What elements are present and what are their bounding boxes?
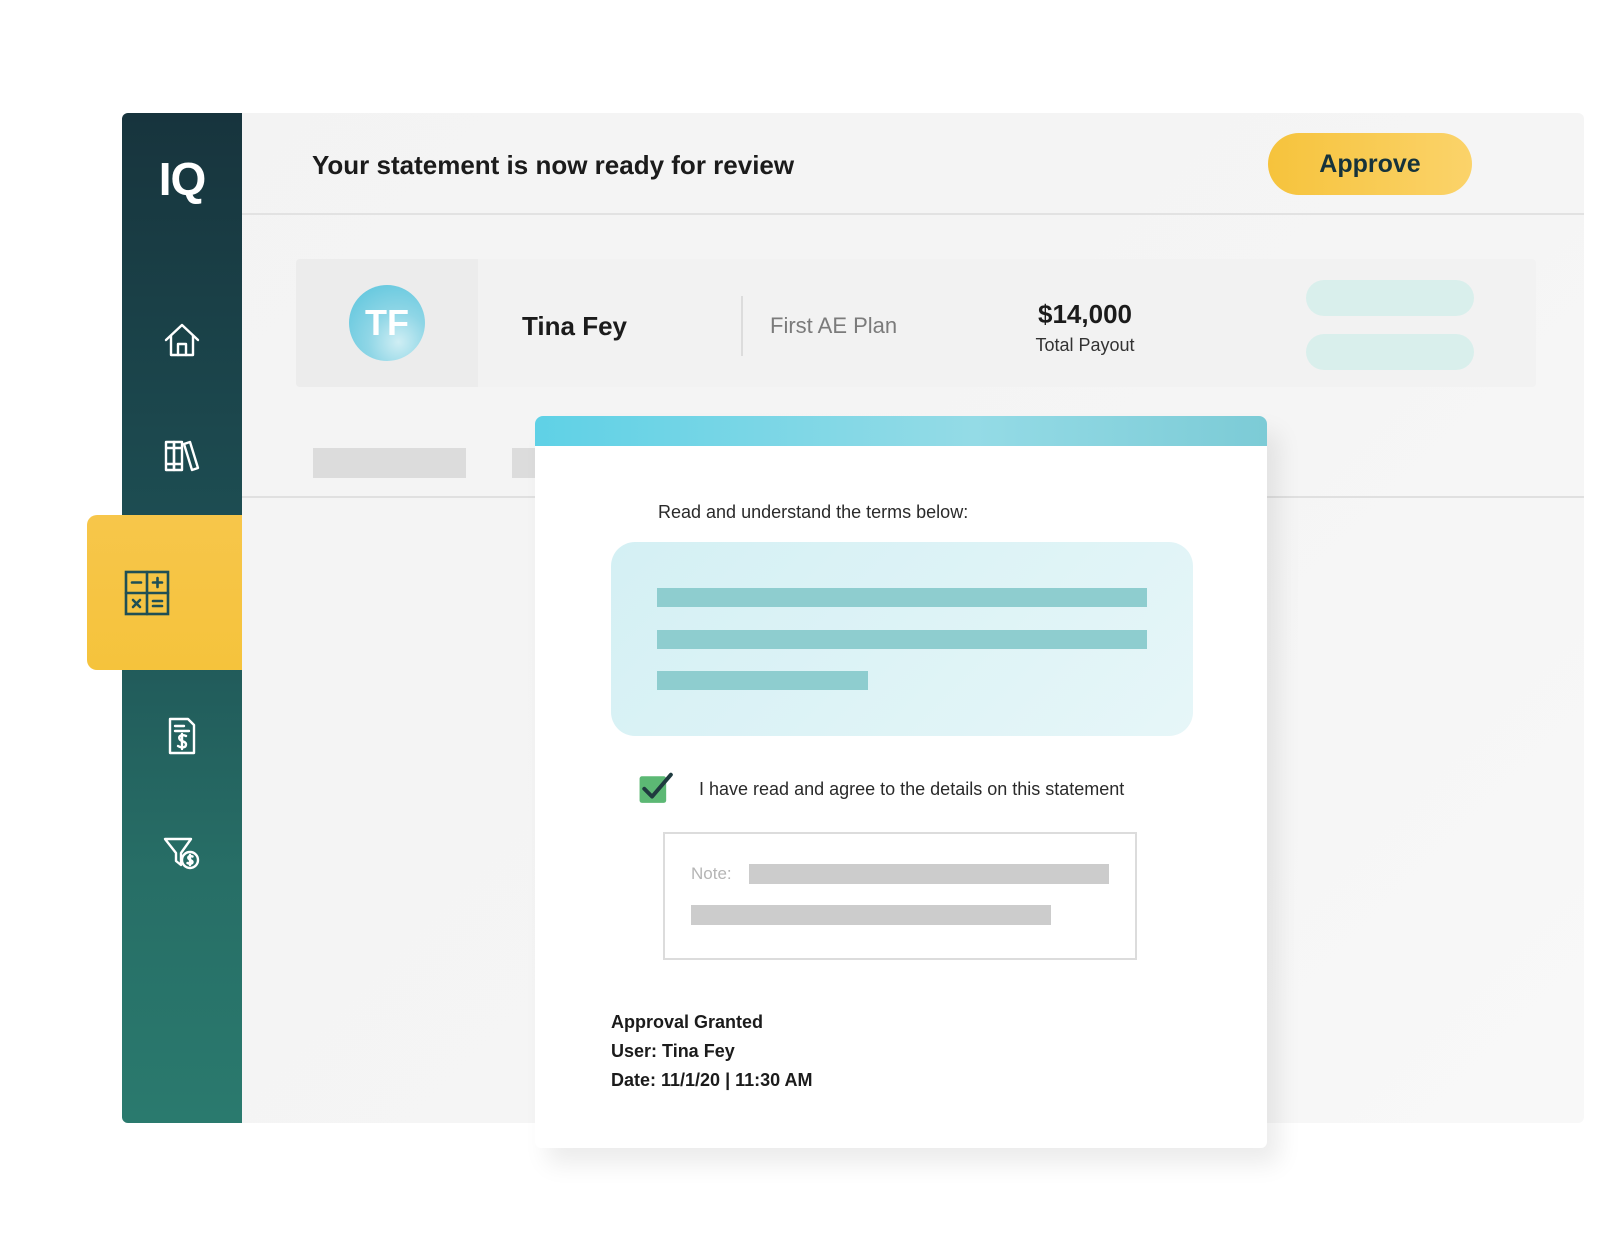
- terms-text-placeholder: [657, 588, 1147, 607]
- agree-checkbox[interactable]: [638, 770, 674, 806]
- library-icon: [164, 440, 200, 472]
- profile-divider: [741, 296, 743, 356]
- note-text-placeholder: [691, 905, 1051, 925]
- sidebar-item-library[interactable]: [122, 426, 242, 486]
- plan-name: First AE Plan: [770, 313, 898, 338]
- home-icon: [164, 323, 200, 357]
- sidebar-item-home[interactable]: [122, 310, 242, 370]
- payout-label: Total Payout: [1035, 335, 1135, 355]
- status-pill-placeholder: [1306, 334, 1474, 370]
- approve-button[interactable]: Approve: [1268, 133, 1472, 195]
- terms-text-placeholder: [657, 671, 868, 690]
- sidebar-item-statements[interactable]: [122, 706, 242, 766]
- page-title: Your statement is now ready for review: [312, 150, 795, 180]
- agree-label: I have read and agree to the details on …: [699, 779, 1125, 799]
- approval-status: Approval Granted: [611, 1012, 764, 1032]
- filter-dollar-icon: [163, 837, 200, 870]
- terms-box[interactable]: [611, 542, 1193, 736]
- modal-header-bar: [535, 416, 1267, 446]
- approval-user: User: Tina Fey: [611, 1041, 735, 1061]
- calculator-icon: [124, 570, 170, 615]
- status-pill-placeholder: [1306, 280, 1474, 316]
- payout-amount: $14,000: [1038, 299, 1132, 329]
- avatar: TF: [349, 285, 425, 361]
- app-logo: IQ: [158, 153, 207, 205]
- tab-placeholder[interactable]: [313, 448, 466, 478]
- sidebar-item-calculator[interactable]: [87, 515, 242, 670]
- header-divider: [242, 213, 1584, 215]
- user-name: Tina Fey: [522, 311, 628, 341]
- approval-info: Approval Granted User: Tina Fey Date: 11…: [611, 1008, 812, 1095]
- terms-text-placeholder: [657, 630, 1147, 649]
- approval-date: Date: 11/1/20 | 11:30 AM: [611, 1070, 813, 1090]
- note-text-placeholder: [749, 864, 1109, 884]
- note-label: Note:: [691, 864, 732, 883]
- sidebar-item-payout-filter[interactable]: [122, 823, 242, 883]
- note-field[interactable]: Note:: [663, 832, 1137, 960]
- terms-instruction: Read and understand the terms below:: [658, 502, 969, 522]
- invoice-dollar-icon: [168, 717, 196, 755]
- approval-modal: Read and understand the terms below: I h…: [535, 416, 1267, 1148]
